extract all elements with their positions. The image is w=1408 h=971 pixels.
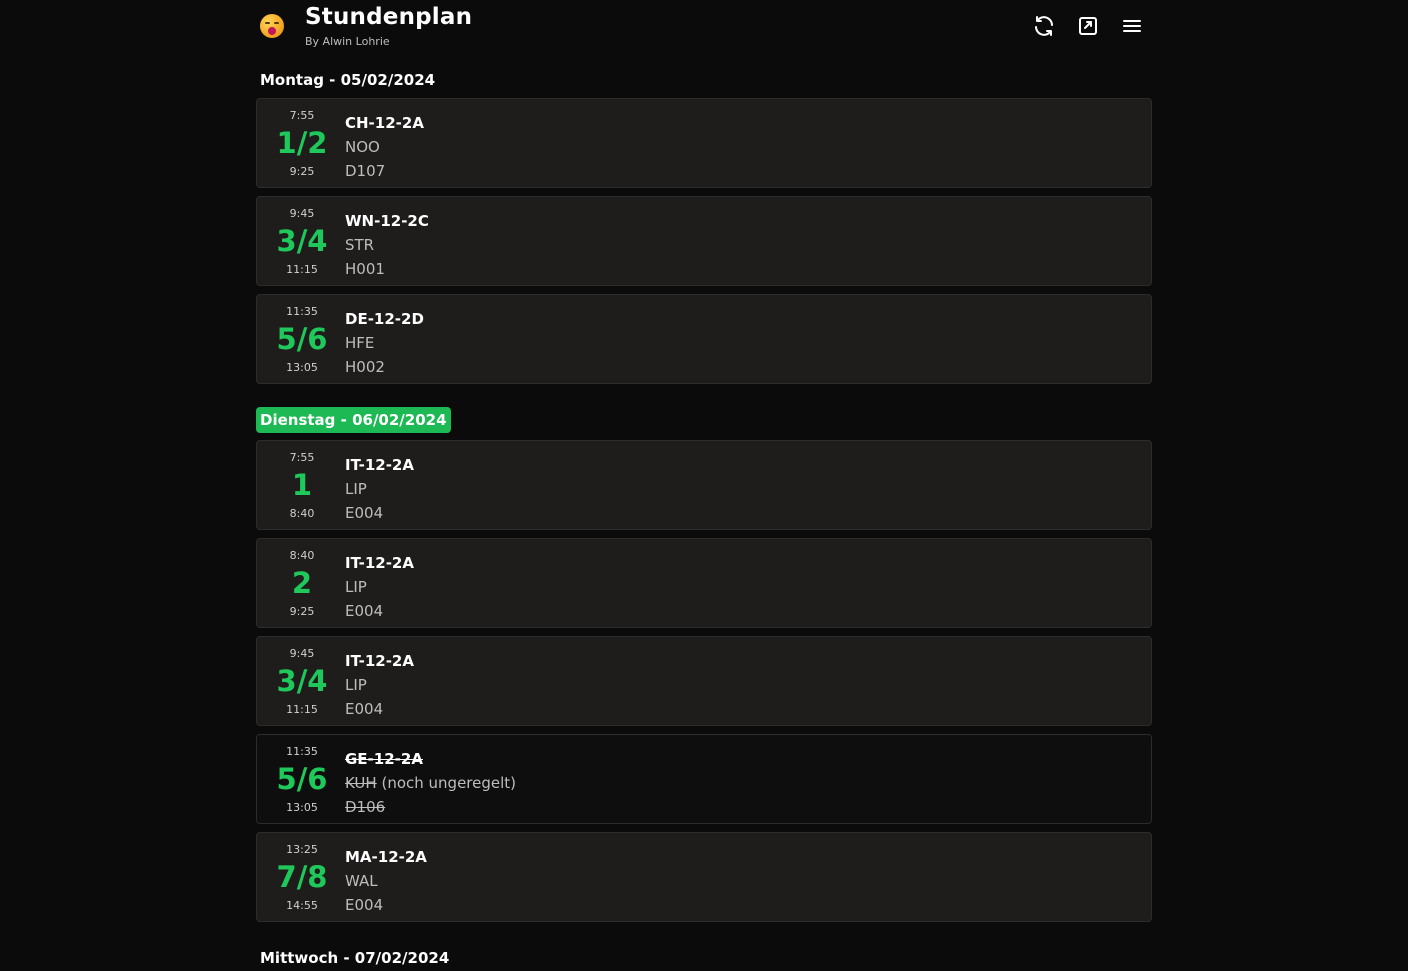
- lesson-time: 11:35 5/6 13:05: [267, 295, 337, 383]
- refresh-icon: [1035, 16, 1053, 36]
- lesson-period: 1: [291, 468, 313, 502]
- lesson-room: H002: [345, 358, 385, 376]
- lesson-room: E004: [345, 602, 384, 620]
- lesson-info: WN-12-2C STR H001: [345, 209, 429, 281]
- lesson-period: 5/6: [276, 322, 328, 356]
- open-external-button[interactable]: [1076, 14, 1100, 38]
- lesson-class: IT-12-2A: [345, 652, 414, 670]
- lesson-class: IT-12-2A: [345, 456, 414, 474]
- lesson-period: 3/4: [276, 664, 328, 698]
- lesson-info: DE-12-2D HFE H002: [345, 307, 424, 379]
- lesson-start: 7:55: [289, 451, 315, 464]
- lesson-card[interactable]: 7:55 1/2 9:25 CH-12-2A NOO D107: [256, 98, 1152, 188]
- lesson-card[interactable]: 11:35 5/6 13:05 DE-12-2D HFE H002: [256, 294, 1152, 384]
- refresh-button[interactable]: [1032, 14, 1056, 38]
- lesson-time: 9:45 3/4 11:15: [267, 197, 337, 285]
- lesson-time: 8:40 2 9:25: [267, 539, 337, 627]
- lesson-start: 11:35: [286, 745, 318, 758]
- lesson-period: 2: [291, 566, 313, 600]
- lesson-start: 11:35: [286, 305, 318, 318]
- lesson-teacher: NOO: [345, 138, 380, 156]
- lesson-teacher-row: KUH (noch ungeregelt): [345, 771, 516, 795]
- lesson-class: IT-12-2A: [345, 554, 414, 572]
- lesson-period: 7/8: [276, 860, 328, 894]
- lesson-info: GE-12-2A KUH (noch ungeregelt) D106: [345, 747, 516, 819]
- logo-emoji-icon: [260, 14, 284, 38]
- lesson-end: 11:15: [286, 263, 318, 276]
- app-title: Stundenplan: [305, 4, 473, 30]
- lesson-room: E004: [345, 504, 384, 522]
- lesson-start: 9:45: [289, 207, 315, 220]
- app-header: Stundenplan By Alwin Lohrie: [256, 0, 1152, 62]
- lesson-end: 9:25: [289, 165, 315, 178]
- lesson-teacher: LIP: [345, 676, 367, 694]
- lesson-period: 5/6: [276, 762, 328, 796]
- lesson-room: D107: [345, 162, 386, 180]
- open-external-icon: [1079, 17, 1097, 35]
- day-heading: Mittwoch - 07/02/2024: [260, 949, 450, 967]
- lesson-room: E004: [345, 700, 384, 718]
- lesson-start: 13:25: [286, 843, 318, 856]
- lesson-teacher: HFE: [345, 334, 375, 352]
- lesson-time: 13:25 7/8 14:55: [267, 833, 337, 921]
- lesson-class: WN-12-2C: [345, 212, 429, 230]
- lesson-info: IT-12-2A LIP E004: [345, 453, 414, 525]
- lesson-class: CH-12-2A: [345, 114, 424, 132]
- lesson-room: D106: [345, 798, 386, 816]
- lesson-start: 7:55: [289, 109, 315, 122]
- lesson-card[interactable]: 13:25 7/8 14:55 MA-12-2A WAL E004: [256, 832, 1152, 922]
- lesson-end: 13:05: [286, 361, 318, 374]
- lesson-info: MA-12-2A WAL E004: [345, 845, 427, 917]
- lesson-card-cancelled[interactable]: 11:35 5/6 13:05 GE-12-2A KUH (noch unger…: [256, 734, 1152, 824]
- lesson-teacher: WAL: [345, 872, 378, 890]
- lesson-info: IT-12-2A LIP E004: [345, 551, 414, 623]
- lesson-period: 1/2: [276, 126, 328, 160]
- lesson-end: 11:15: [286, 703, 318, 716]
- lesson-card[interactable]: 9:45 3/4 11:15 WN-12-2C STR H001: [256, 196, 1152, 286]
- lesson-end: 8:40: [289, 507, 315, 520]
- lesson-time: 7:55 1/2 9:25: [267, 99, 337, 187]
- lesson-note: (noch ungeregelt): [381, 774, 517, 792]
- menu-icon: [1123, 20, 1141, 32]
- lesson-time: 9:45 3/4 11:15: [267, 637, 337, 725]
- lesson-class: GE-12-2A: [345, 750, 423, 768]
- day-heading: Montag - 05/02/2024: [260, 71, 436, 89]
- lesson-time: 7:55 1 8:40: [267, 441, 337, 529]
- lesson-class: MA-12-2A: [345, 848, 427, 866]
- lesson-period: 3/4: [276, 224, 328, 258]
- lesson-end: 14:55: [286, 899, 318, 912]
- menu-button[interactable]: [1120, 14, 1144, 38]
- lesson-info: IT-12-2A LIP E004: [345, 649, 414, 721]
- lesson-start: 9:45: [289, 647, 315, 660]
- lesson-start: 8:40: [289, 549, 315, 562]
- lesson-class: DE-12-2D: [345, 310, 424, 328]
- lesson-end: 13:05: [286, 801, 318, 814]
- lesson-card[interactable]: 8:40 2 9:25 IT-12-2A LIP E004: [256, 538, 1152, 628]
- day-heading-today: Dienstag - 06/02/2024: [256, 407, 451, 433]
- lesson-teacher: LIP: [345, 578, 367, 596]
- app-subtitle: By Alwin Lohrie: [305, 35, 390, 48]
- lesson-teacher: LIP: [345, 480, 367, 498]
- lesson-info: CH-12-2A NOO D107: [345, 111, 424, 183]
- lesson-card[interactable]: 7:55 1 8:40 IT-12-2A LIP E004: [256, 440, 1152, 530]
- lesson-room: H001: [345, 260, 385, 278]
- lesson-card[interactable]: 9:45 3/4 11:15 IT-12-2A LIP E004: [256, 636, 1152, 726]
- app: Stundenplan By Alwin Lohrie Montag - 05/…: [256, 0, 1152, 967]
- lesson-end: 9:25: [289, 605, 315, 618]
- lesson-teacher: STR: [345, 236, 375, 254]
- lesson-room: E004: [345, 896, 384, 914]
- lesson-time: 11:35 5/6 13:05: [267, 735, 337, 823]
- lesson-teacher: KUH: [345, 774, 377, 792]
